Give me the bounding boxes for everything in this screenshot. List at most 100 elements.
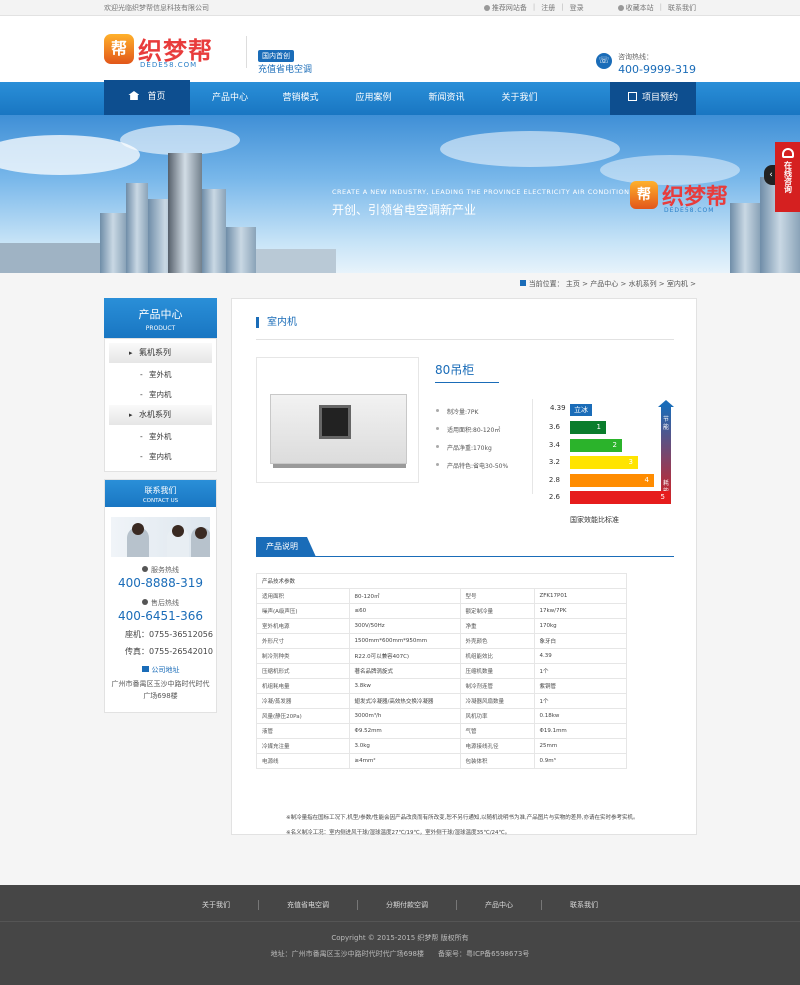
table-cell-label: 液管 — [256, 723, 350, 739]
table-cell-label: 电源线 — [256, 753, 350, 769]
address-label: 公司地址 — [105, 665, 216, 675]
table-cell-label: 风量(静压20Pa) — [256, 708, 350, 724]
table-cell-label: 型号 — [459, 588, 535, 604]
sidebar-item-indoor[interactable]: 室内机 — [109, 385, 212, 405]
nav-home[interactable]: 首页 — [104, 80, 190, 115]
calendar-icon — [627, 92, 637, 101]
page-title: 室内机 — [256, 317, 297, 328]
service-hotline: 400-8888-319 — [117, 576, 203, 590]
contact-title-en: CONTACT US — [142, 498, 179, 504]
sidebar-item-outdoor[interactable]: 室外机 — [109, 427, 212, 447]
footer-link-contact[interactable]: 联系我们 — [542, 900, 626, 910]
contact-title: 联系我们 — [144, 486, 177, 495]
table-cell-label: 冷媒充注量 — [256, 738, 350, 754]
chart-bar: 1 — [570, 421, 606, 434]
sidebar-menu: 氟机系列 室外机 室内机 水机系列 室外机 室内机 — [104, 338, 217, 472]
footer-link-about[interactable]: 关于我们 — [174, 900, 259, 910]
nav-item-news[interactable]: 新闻资讯 — [410, 82, 483, 115]
footer: 关于我们 充值省电空调 分期付款空调 产品中心 联系我们 Copyright ©… — [0, 885, 800, 985]
chart-tick-label: 3.6 — [548, 423, 560, 431]
building-shape — [100, 213, 126, 273]
sidebar-products: 产品中心 PRODUCT 氟机系列 室外机 室内机 水机系列 室外机 室内机 — [104, 298, 217, 472]
notes: ※制冷量指在国标工况下,机型/参数/性能会因产品改良而有所改变,恕不另行通知,以… — [286, 811, 639, 841]
breadcrumb-products[interactable]: 产品中心 — [590, 280, 618, 288]
nav-item-about[interactable]: 关于我们 — [483, 82, 556, 115]
table-row: 制冷剂种类 R22.0可以兼容407C) 机组能效比 4.39 — [256, 648, 627, 664]
building-shape — [226, 227, 256, 273]
nav-appointment[interactable]: 项目预约 — [610, 82, 696, 115]
table-row: 风量(静压20Pa) 3000m³/h 风机功率 0.18kw — [256, 708, 627, 724]
logo-badge-icon: 帮 — [104, 34, 134, 64]
table-row: 冷媒充注量 3.0kg 电源接线孔径 25mm — [256, 738, 627, 754]
home-icon — [128, 91, 140, 100]
footer-link-prepaid[interactable]: 充值省电空调 — [259, 900, 358, 910]
product-image[interactable] — [256, 357, 419, 483]
table-cell-value: 0.9m³ — [533, 753, 627, 769]
table-cell-value: 80-120㎡ — [348, 588, 461, 604]
table-row: 噪声(A级声压) ≤60 额定制冷量 17kw/7PK — [256, 603, 627, 619]
building-shape — [126, 183, 148, 273]
footer-links: 关于我们 充值省电空调 分期付款空调 产品中心 联系我们 — [0, 900, 800, 910]
energy-efficiency-chart: 4.39 立冰 节能 耗能 国家效能比标准 3.6 1 3.4 2 3.2 3 2.8 4 2.… — [540, 400, 675, 524]
welcome-text: 欢迎光临织梦帮信息科技有限公司 — [104, 4, 209, 12]
favorite-link[interactable]: 收藏本站 — [617, 3, 654, 13]
breadcrumb-home[interactable]: 主页 — [566, 280, 580, 288]
sidebar-category-fluorine[interactable]: 氟机系列 — [109, 343, 212, 363]
table-row: 液管 Φ9.52mm 气管 Φ19.1mm — [256, 723, 627, 739]
contact-header: 联系我们 CONTACT US — [105, 480, 216, 507]
top-bar: 欢迎光临织梦帮信息科技有限公司 推荐网站备 | 注册 | 登录 收藏本站 | 联… — [0, 0, 800, 16]
efficiency-arrow: 节能 耗能 — [658, 400, 674, 504]
cloud-shape — [120, 125, 240, 155]
table-cell-label: 冷凝器风扇数量 — [459, 693, 535, 709]
footer-link-products[interactable]: 产品中心 — [457, 900, 542, 910]
table-cell-label: 风机功率 — [459, 708, 535, 724]
cloud-shape — [440, 131, 620, 167]
sidebar-title: 产品中心 — [138, 308, 183, 321]
spec-item: 产品净重:170kg — [435, 443, 508, 461]
section-tab-description[interactable]: 产品说明 — [256, 537, 316, 557]
sidebar-item-outdoor[interactable]: 室外机 — [109, 365, 212, 385]
person-icon — [483, 5, 490, 11]
nav-item-cases[interactable]: 应用案例 — [337, 82, 410, 115]
building-shape — [168, 153, 202, 273]
table-cell-value: ≤60 — [348, 603, 461, 619]
breadcrumb-water[interactable]: 水机系列 — [629, 280, 657, 288]
table-row: 压缩机形式 著名品牌涡旋式 压缩机数量 1个 — [256, 663, 627, 679]
recommend-link[interactable]: 推荐网站备 — [483, 3, 527, 13]
online-consult-button[interactable]: 在线咨询 — [775, 142, 800, 212]
sidebar-title-en: PRODUCT — [145, 325, 176, 332]
table-cell-value: ZFK17P01 — [533, 588, 627, 604]
table-cell-label: 电源接线孔径 — [459, 738, 535, 754]
building-shape — [0, 243, 100, 273]
nav-item-marketing[interactable]: 营销模式 — [264, 82, 337, 115]
spec-item: 产品特色:省电30-50% — [435, 461, 508, 479]
chart-bar: 2 — [570, 438, 622, 452]
chart-top-label: 立冰 — [570, 404, 592, 416]
person-shape — [195, 527, 207, 539]
spec-item: 适用面积:80-120㎡ — [435, 425, 508, 443]
breadcrumb-current[interactable]: 室内机 — [667, 280, 688, 288]
nav-items: 产品中心 营销模式 应用案例 新闻资讯 关于我们 — [196, 82, 556, 115]
fax: 传真：0755-26542010 — [125, 647, 213, 656]
site-logo[interactable]: 帮 织梦帮 DEDE58.COM — [104, 30, 234, 72]
service-hotline-label: 服务热线 — [105, 565, 216, 575]
table-cell-label: 机组耗电量 — [256, 678, 350, 694]
footer-link-installment[interactable]: 分期付款空调 — [358, 900, 457, 910]
table-cell-value: 著名品牌涡旋式 — [348, 663, 461, 679]
sidebar-item-indoor[interactable]: 室内机 — [109, 447, 212, 467]
banner-headline: 开创、引领省电空调新产业 — [332, 203, 477, 217]
unit-base-shape — [273, 464, 406, 468]
sidebar-contact: 联系我们 CONTACT US 服务热线 400-8888-319 售后热线 4… — [104, 479, 217, 713]
nav-item-products[interactable]: 产品中心 — [196, 82, 264, 115]
banner-logo-subtext: DEDE58.COM — [664, 207, 715, 214]
table-cell-label: 室外机电源 — [256, 618, 350, 634]
breadcrumb: 当前位置： 主页 > 产品中心 > 水机系列 > 室内机 > — [519, 279, 696, 289]
register-link[interactable]: 注册 — [541, 3, 555, 13]
after-sales-label: 售后热线 — [105, 598, 216, 608]
footer-address: 地址：广州市番禺区玉沙中路时代时代广场698楼 备案号：粤ICP备6598673… — [270, 950, 530, 958]
top-links: 推荐网站备 | 注册 | 登录 收藏本站 | 联系我们 — [483, 3, 696, 13]
contact-link[interactable]: 联系我们 — [668, 3, 696, 13]
table-cell-value: ≥4mm² — [348, 753, 461, 769]
sidebar-category-water[interactable]: 水机系列 — [109, 405, 212, 425]
login-link[interactable]: 登录 — [570, 3, 584, 13]
